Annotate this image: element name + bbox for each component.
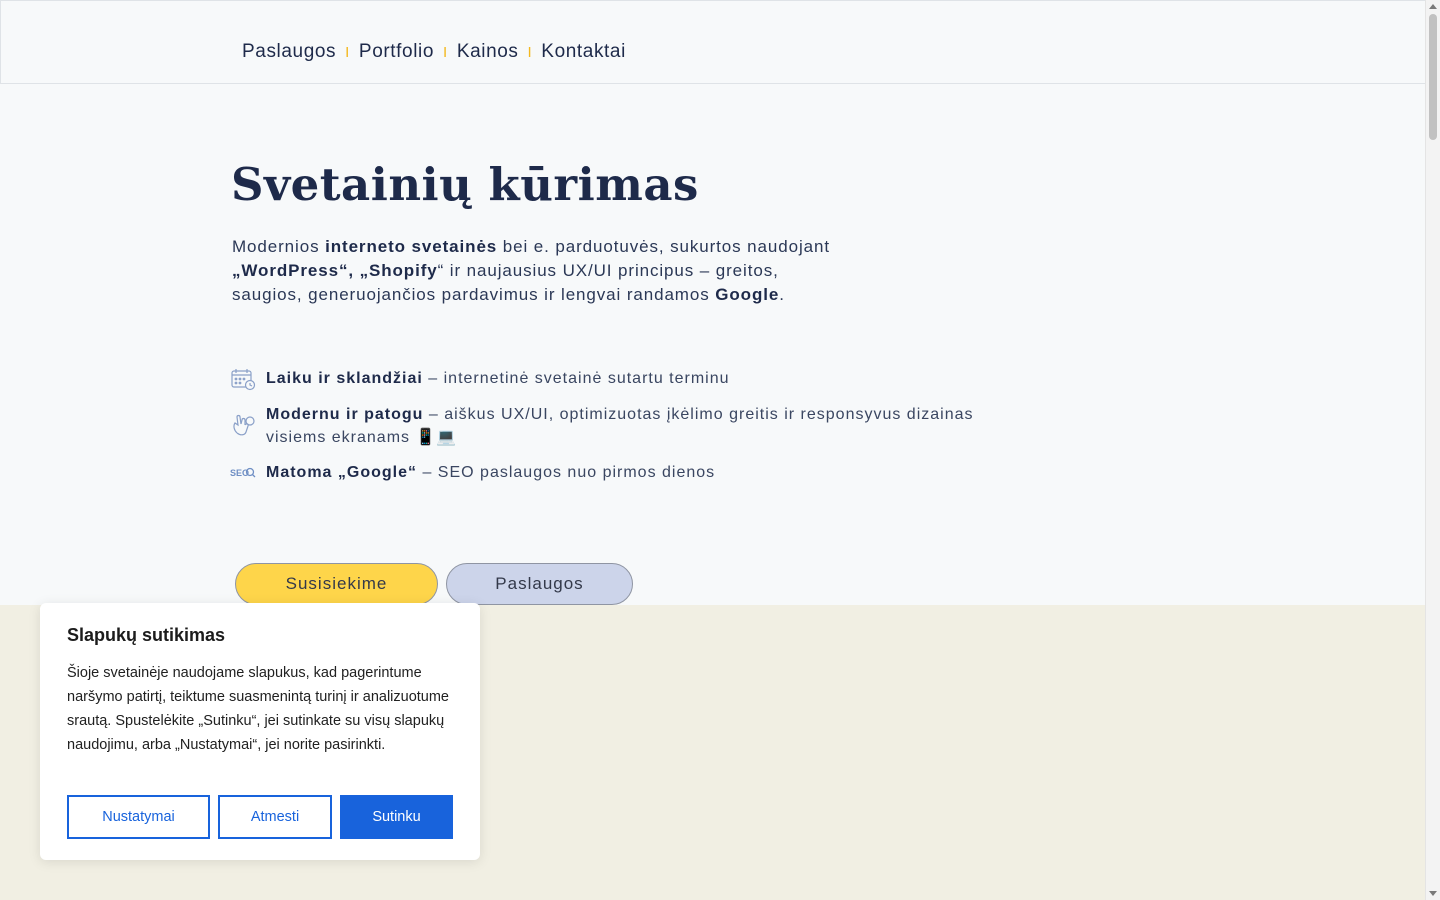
hero-desc-bold: „WordPress“, „Shopify (232, 261, 438, 280)
feature-item: Modernu ir patogu – aiškus UX/UI, optimi… (230, 403, 990, 449)
scroll-thumb[interactable] (1429, 14, 1437, 140)
cookie-consent-banner: Slapukų sutikimas Šioje svetainėje naudo… (40, 603, 480, 860)
nav-link-portfolio[interactable]: Portfolio (359, 41, 434, 63)
hero-desc-bold: interneto svetainės (325, 237, 498, 256)
nav-link-kainos[interactable]: Kainos (457, 41, 519, 63)
cookie-accept-button[interactable]: Sutinku (340, 795, 453, 839)
cookie-reject-button[interactable]: Atmesti (218, 795, 332, 839)
hero-desc-text: . (779, 285, 785, 304)
nav-separator: I (527, 43, 533, 61)
feature-bold: Matoma „Google“ (266, 464, 418, 481)
hero-desc-text: Modernios (232, 237, 326, 256)
main-nav: Paslaugos I Portfolio I Kainos I Kontakt… (242, 41, 626, 63)
nav-link-kontaktai[interactable]: Kontaktai (541, 41, 626, 63)
nav-separator: I (443, 43, 448, 61)
site-header: Paslaugos I Portfolio I Kainos I Kontakt… (0, 0, 1425, 84)
page-title: Svetainių kūrimas (231, 158, 699, 211)
nav-separator: I (345, 43, 350, 61)
feature-text: Matoma „Google“ – SEO paslaugos nuo pirm… (266, 461, 715, 484)
feature-bold: Laiku ir sklandžiai (266, 370, 423, 387)
feature-text: Laiku ir sklandžiai – internetinė svetai… (266, 367, 730, 390)
hero-desc-bold: Google (715, 285, 780, 304)
hand-pointer-icon (230, 413, 256, 437)
scroll-up-arrow-icon[interactable] (1429, 4, 1437, 9)
hero-desc-text: bei e. parduotuvės, sukurtos naudojant (497, 237, 830, 256)
feature-desc: – internetinė svetainė sutartu terminu (422, 370, 730, 387)
services-button[interactable]: Paslaugos (446, 563, 633, 605)
cookie-text: Šioje svetainėje naudojame slapukus, kad… (67, 665, 449, 753)
feature-list: Laiku ir sklandžiai – internetinė svetai… (230, 367, 990, 497)
scrollbar[interactable] (1425, 0, 1440, 900)
cookie-buttons: Nustatymai Atmesti Sutinku (67, 795, 453, 839)
nav-link-paslaugos[interactable]: Paslaugos (242, 41, 336, 63)
hero-description: Modernios interneto svetainės bei e. par… (232, 235, 852, 307)
scroll-down-arrow-icon[interactable] (1429, 891, 1437, 896)
feature-item: Laiku ir sklandžiai – internetinė svetai… (230, 367, 990, 391)
contact-button[interactable]: Susisiekime (235, 563, 438, 605)
feature-desc: – SEO paslaugos nuo pirmos dienos (417, 464, 716, 481)
feature-bold: Modernu ir patogu (266, 406, 424, 423)
calendar-icon (230, 367, 256, 391)
seo-search-icon: SEO (230, 461, 256, 485)
cookie-settings-button[interactable]: Nustatymai (67, 795, 210, 839)
cookie-title: Slapukų sutikimas (67, 625, 226, 645)
feature-text: Modernu ir patogu – aiškus UX/UI, optimi… (266, 403, 990, 449)
feature-item: SEO Matoma „Google“ – SEO paslaugos nuo … (230, 461, 990, 485)
